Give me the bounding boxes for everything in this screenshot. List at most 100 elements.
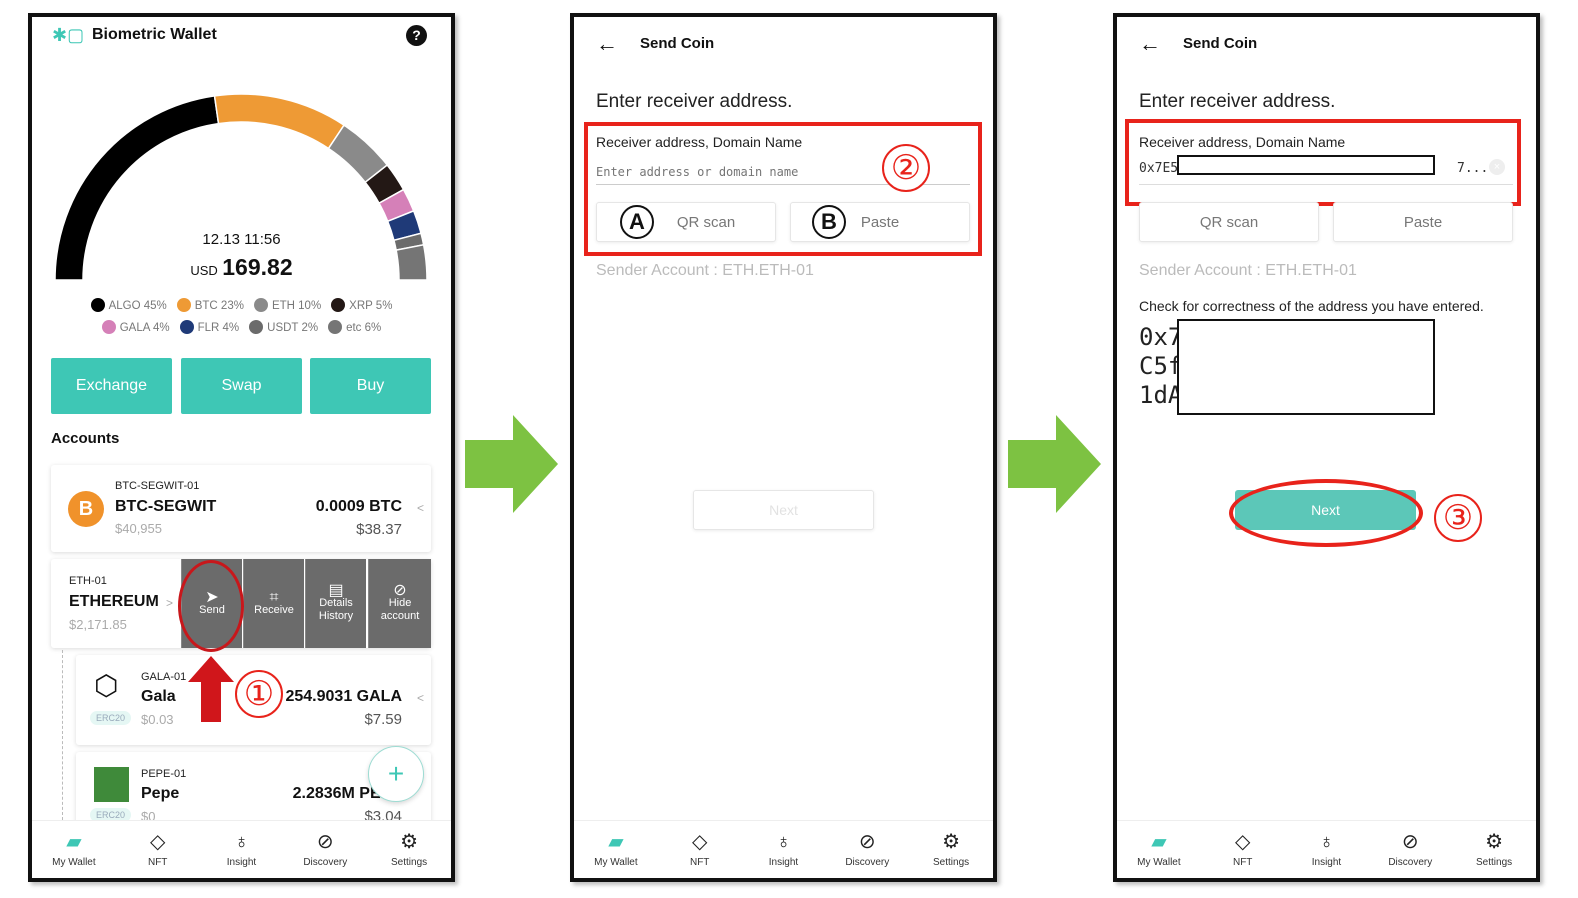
legend-dot bbox=[90, 298, 105, 312]
legend-label: USDT 2% bbox=[267, 322, 319, 334]
marker-a: A bbox=[620, 205, 654, 239]
legend-label: BTC 23% bbox=[194, 300, 244, 312]
screen-title: Send Coin bbox=[1183, 35, 1258, 52]
heading: Enter receiver address. bbox=[1139, 91, 1336, 112]
bottom-nav: ▰ My Wallet ◇ NFT ♁ Insight ⊘ Discovery ⚙ Set… bbox=[1117, 820, 1536, 878]
paste-button[interactable]: Paste bbox=[1333, 202, 1513, 242]
coin-value: $38.37 bbox=[356, 521, 402, 538]
nav-insight[interactable]: ♁ Insight bbox=[742, 821, 826, 878]
field-label: Receiver address, Domain Name bbox=[1139, 134, 1346, 150]
gear-icon: ⚙ bbox=[1485, 831, 1504, 853]
details-label: Details bbox=[319, 597, 353, 609]
nav-nft[interactable]: ◇ NFT bbox=[116, 821, 200, 878]
chevron-right-icon: > bbox=[166, 596, 174, 610]
nav-label: Settings bbox=[933, 857, 970, 868]
send-coin-screen-filled: ← Send Coin Enter receiver address. Rece… bbox=[1113, 13, 1540, 882]
eye-off-icon: ⊘ bbox=[393, 582, 407, 599]
accounts-heading: Accounts bbox=[51, 430, 120, 447]
nav-my-wallet[interactable]: ▰ My Wallet bbox=[32, 821, 116, 878]
legend-dot bbox=[176, 298, 191, 312]
bitcoin-icon: B bbox=[68, 491, 104, 527]
legend-dot bbox=[179, 320, 194, 334]
nav-my-wallet[interactable]: ▰ My Wallet bbox=[1117, 821, 1201, 878]
account-name: ETHEREUM bbox=[69, 593, 159, 610]
details-history-action[interactable]: ▤ Details History bbox=[305, 559, 366, 648]
buy-button[interactable]: Buy bbox=[310, 358, 431, 414]
qr-scan-button[interactable]: QR scan bbox=[1139, 202, 1319, 242]
marker-b: B bbox=[812, 205, 846, 239]
swap-button[interactable]: Swap bbox=[181, 358, 302, 414]
receive-label: Receive bbox=[254, 603, 294, 616]
compass-icon: ⊘ bbox=[858, 831, 876, 853]
nav-settings[interactable]: ⚙ Settings bbox=[909, 821, 993, 878]
legend-dot bbox=[253, 298, 268, 312]
currency-label: USD bbox=[190, 263, 218, 278]
legend-dot bbox=[331, 298, 346, 312]
wallet-icon: ▰ bbox=[1151, 831, 1167, 853]
nav-settings[interactable]: ⚙ Settings bbox=[1452, 821, 1536, 878]
back-arrow-icon[interactable]: ← bbox=[596, 33, 618, 55]
flow-arrow-icon bbox=[1008, 415, 1101, 513]
nav-my-wallet[interactable]: ▰ My Wallet bbox=[574, 821, 658, 878]
app-title: Biometric Wallet bbox=[92, 26, 217, 43]
bottom-nav: ▰ My Wallet ◇ NFT ♁ Insight ⊘ Discovery ⚙ Set… bbox=[32, 820, 451, 878]
lightbulb-icon: ♁ bbox=[1318, 831, 1334, 853]
nav-insight[interactable]: ♁ Insight bbox=[1285, 821, 1369, 878]
redaction-box bbox=[1177, 319, 1435, 415]
legend-label: ETH 10% bbox=[271, 300, 322, 312]
nav-label: Discovery bbox=[845, 857, 890, 868]
exchange-button[interactable]: Exchange bbox=[51, 358, 172, 414]
screen-title: Send Coin bbox=[640, 35, 715, 52]
history-label: History bbox=[318, 610, 354, 622]
clear-icon[interactable]: × bbox=[1489, 159, 1505, 175]
nav-label: NFT bbox=[1232, 857, 1253, 868]
account-label: account bbox=[380, 610, 420, 622]
nav-discovery[interactable]: ⊘ Discovery bbox=[825, 821, 909, 878]
chevron-left-icon[interactable]: < bbox=[417, 501, 424, 515]
chevron-left-icon[interactable]: < bbox=[417, 691, 424, 705]
lightbulb-icon: ♁ bbox=[233, 831, 249, 853]
account-name: BTC-SEGWIT bbox=[115, 498, 217, 515]
compass-icon: ⊘ bbox=[316, 831, 334, 853]
nav-nft[interactable]: ◇ NFT bbox=[658, 821, 742, 878]
receive-action[interactable]: ⌗ Receive bbox=[243, 559, 304, 648]
legend-label: ALGO 45% bbox=[108, 300, 167, 312]
account-name: Gala bbox=[141, 688, 176, 705]
legend-item: GALA 4% bbox=[101, 320, 170, 334]
legend-item: BTC 23% bbox=[176, 298, 244, 312]
gauge-segment bbox=[213, 93, 346, 150]
legend-dot bbox=[249, 320, 264, 334]
legend-item: etc 6% bbox=[328, 320, 381, 334]
nav-settings[interactable]: ⚙ Settings bbox=[367, 821, 451, 878]
help-icon[interactable]: ? bbox=[406, 25, 427, 46]
nav-insight[interactable]: ♁ Insight bbox=[200, 821, 284, 878]
nav-label: My Wallet bbox=[1137, 857, 1181, 868]
up-arrow-annotation bbox=[188, 656, 234, 722]
sender-account: Sender Account : ETH.ETH-01 bbox=[596, 262, 814, 279]
legend-label: etc 6% bbox=[346, 322, 382, 334]
account-id: GALA-01 bbox=[141, 671, 187, 683]
account-name: Pepe bbox=[141, 785, 180, 802]
legend-item: USDT 2% bbox=[249, 320, 318, 334]
lightbulb-icon: ♁ bbox=[775, 831, 791, 853]
wallet-screen: ✱▢ Biometric Wallet ? 12.13 11:56 USD 16… bbox=[28, 13, 455, 882]
nav-label: Insight bbox=[1311, 857, 1342, 868]
next-button-disabled[interactable]: Next bbox=[693, 490, 874, 530]
nav-label: Settings bbox=[1476, 857, 1513, 868]
address-preview: 0x7 C5f 1dA bbox=[1139, 323, 1182, 410]
coin-price: $40,955 bbox=[115, 521, 162, 536]
total-value: 169.82 bbox=[222, 254, 293, 280]
hide-account-action[interactable]: ⊘ Hide account bbox=[368, 559, 431, 648]
legend-label: FLR 4% bbox=[197, 322, 240, 334]
nav-nft[interactable]: ◇ NFT bbox=[1201, 821, 1285, 878]
nav-discovery[interactable]: ⊘ Discovery bbox=[1368, 821, 1452, 878]
legend-row: ALGO 45% BTC 23% ETH 10% XRP 5% bbox=[32, 298, 451, 312]
document-icon: ▤ bbox=[328, 582, 344, 599]
back-arrow-icon[interactable]: ← bbox=[1139, 33, 1161, 55]
add-account-button[interactable]: + bbox=[368, 746, 424, 802]
account-card-btc[interactable]: B BTC-SEGWIT-01 BTC-SEGWIT $40,955 0.000… bbox=[51, 465, 431, 552]
send-coin-screen-empty: ← Send Coin Enter receiver address. Rece… bbox=[570, 13, 997, 882]
gear-icon: ⚙ bbox=[942, 831, 961, 853]
send-highlight-ellipse bbox=[178, 560, 244, 652]
nav-discovery[interactable]: ⊘ Discovery bbox=[283, 821, 367, 878]
